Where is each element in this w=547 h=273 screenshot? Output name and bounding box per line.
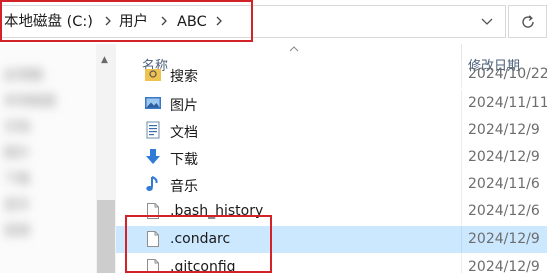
column-divider <box>461 171 462 198</box>
file-date: 2024/12/9 <box>468 259 540 273</box>
music-folder-icon <box>144 175 162 193</box>
file-name: 图片 <box>170 98 198 114</box>
column-divider <box>461 61 462 88</box>
file-date: 2024/12/9 <box>468 231 540 247</box>
breadcrumb-local-disk[interactable]: 本地磁盘 (C:) <box>4 13 93 31</box>
search-folder-icon <box>144 65 162 83</box>
column-divider <box>461 198 462 225</box>
refresh-button[interactable] <box>508 5 547 38</box>
file-name: 搜索 <box>170 69 198 85</box>
file-date: 2024/10/22 <box>468 66 547 82</box>
file-date: 2024/12/9 <box>468 122 540 138</box>
navigation-pane-blurred: 此电脑 本地磁盘 文档 图片 下载 音乐 视频 <box>0 44 96 273</box>
chevron-down-icon[interactable] <box>479 13 495 29</box>
sort-up-icon <box>289 45 299 52</box>
list-item-pictures[interactable]: 图片 2024/11/11 <box>116 90 547 117</box>
list-item-documents[interactable]: 文档 2024/12/9 <box>116 117 547 144</box>
file-name: .bash_history <box>170 203 264 219</box>
navigation-pane[interactable]: 此电脑 本地磁盘 文档 图片 下载 音乐 视频 <box>0 44 96 273</box>
refresh-icon <box>519 13 537 31</box>
address-bar-row: 本地磁盘 (C:) 用户 ABC <box>0 0 547 44</box>
nav-scrollbar-thumb[interactable] <box>97 200 115 273</box>
file-date: 2024/12/6 <box>468 203 540 219</box>
file-icon <box>144 258 162 273</box>
file-date: 2024/12/9 <box>468 149 540 165</box>
file-name: 文档 <box>170 125 198 141</box>
breadcrumb-separator-icon[interactable] <box>214 11 224 31</box>
nav-item[interactable]: 文档 <box>4 116 30 135</box>
list-item-condarc[interactable]: .condarc 2024/12/9 <box>116 226 547 253</box>
list-item-search[interactable]: 搜索 2024/10/22 <box>116 61 547 88</box>
breadcrumb-separator-icon[interactable] <box>103 11 113 31</box>
breadcrumb-users[interactable]: 用户 <box>119 13 148 31</box>
file-date: 2024/11/6 <box>468 176 540 192</box>
column-divider <box>461 90 462 117</box>
file-name: 音乐 <box>170 179 198 195</box>
column-divider <box>461 144 462 171</box>
list-item-bash-history[interactable]: .bash_history 2024/12/6 <box>116 198 547 225</box>
downloads-folder-icon <box>144 148 162 166</box>
column-divider <box>461 117 462 144</box>
file-name: .gitconfig <box>170 259 236 273</box>
breadcrumb-abc[interactable]: ABC <box>177 13 207 31</box>
scroll-up-arrow-icon[interactable]: ▲ <box>101 55 108 65</box>
list-item-downloads[interactable]: 下载 2024/12/9 <box>116 144 547 171</box>
nav-item[interactable]: 音乐 <box>4 194 30 213</box>
file-icon <box>144 202 162 220</box>
documents-folder-icon <box>144 121 162 139</box>
list-item-music[interactable]: 音乐 2024/11/6 <box>116 171 547 198</box>
nav-item[interactable]: 图片 <box>4 142 30 161</box>
nav-item[interactable]: 本地磁盘 <box>4 90 56 109</box>
column-divider <box>461 254 462 273</box>
file-list: 名称 修改日期 搜索 2024/10/22 图片 2024/11/11 文档 2… <box>116 44 547 273</box>
nav-item[interactable]: 下载 <box>4 168 30 187</box>
file-name: .condarc <box>170 231 231 247</box>
pictures-folder-icon <box>144 94 162 112</box>
column-divider <box>461 226 462 253</box>
file-icon <box>144 230 162 248</box>
file-name: 下载 <box>170 152 198 168</box>
nav-item[interactable]: 视频 <box>4 220 30 239</box>
breadcrumb-separator-icon[interactable] <box>159 11 169 31</box>
file-date: 2024/11/11 <box>468 95 547 111</box>
list-item-gitconfig[interactable]: .gitconfig 2024/12/9 <box>116 254 547 273</box>
nav-item[interactable]: 此电脑 <box>4 64 43 83</box>
